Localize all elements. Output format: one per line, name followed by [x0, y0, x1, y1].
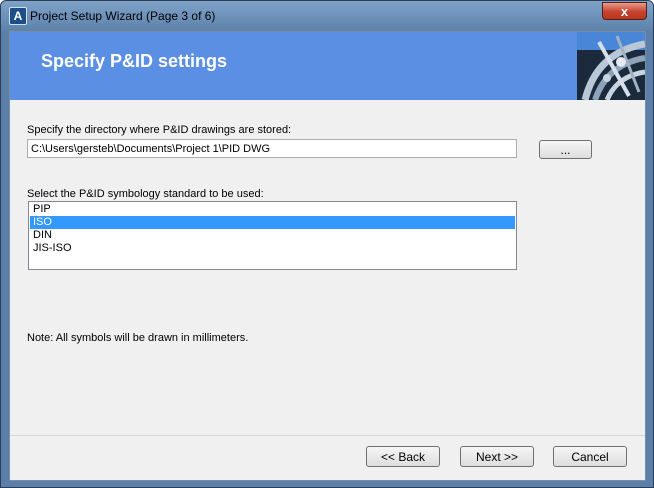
footer-separator — [10, 435, 645, 436]
symbology-option-iso[interactable]: ISO — [30, 216, 515, 229]
units-note: Note: All symbols will be drawn in milli… — [27, 332, 249, 344]
header-banner: Specify P&ID settings — [10, 32, 646, 102]
directory-label: Specify the directory where P&ID drawing… — [27, 124, 292, 136]
symbology-listbox[interactable]: PIP ISO DIN JIS-ISO — [28, 201, 517, 270]
pipes-banner-image — [577, 32, 646, 102]
page-title: Specify P&ID settings — [41, 51, 228, 71]
directory-path-input[interactable] — [27, 139, 517, 158]
next-button[interactable]: Next >> — [460, 446, 534, 467]
symbology-option-jis-iso[interactable]: JIS-ISO — [30, 242, 515, 255]
window-title: Project Setup Wizard (Page 3 of 6) — [30, 9, 216, 23]
title-bar[interactable]: A Project Setup Wizard (Page 3 of 6) x — [1, 1, 653, 31]
close-button[interactable]: x — [602, 2, 647, 20]
wizard-window: A Project Setup Wizard (Page 3 of 6) x S… — [0, 0, 654, 488]
browse-button[interactable]: ... — [539, 140, 592, 159]
back-button[interactable]: << Back — [366, 446, 440, 467]
symbology-option-pip[interactable]: PIP — [30, 203, 515, 216]
wizard-client-area: Specify P&ID settings Specify the direct… — [9, 31, 646, 481]
symbology-option-din[interactable]: DIN — [30, 229, 515, 242]
wizard-content: Specify the directory where P&ID drawing… — [10, 100, 645, 435]
autocad-app-icon: A — [9, 7, 27, 25]
cancel-button[interactable]: Cancel — [553, 446, 627, 467]
symbology-label: Select the P&ID symbology standard to be… — [27, 188, 264, 200]
